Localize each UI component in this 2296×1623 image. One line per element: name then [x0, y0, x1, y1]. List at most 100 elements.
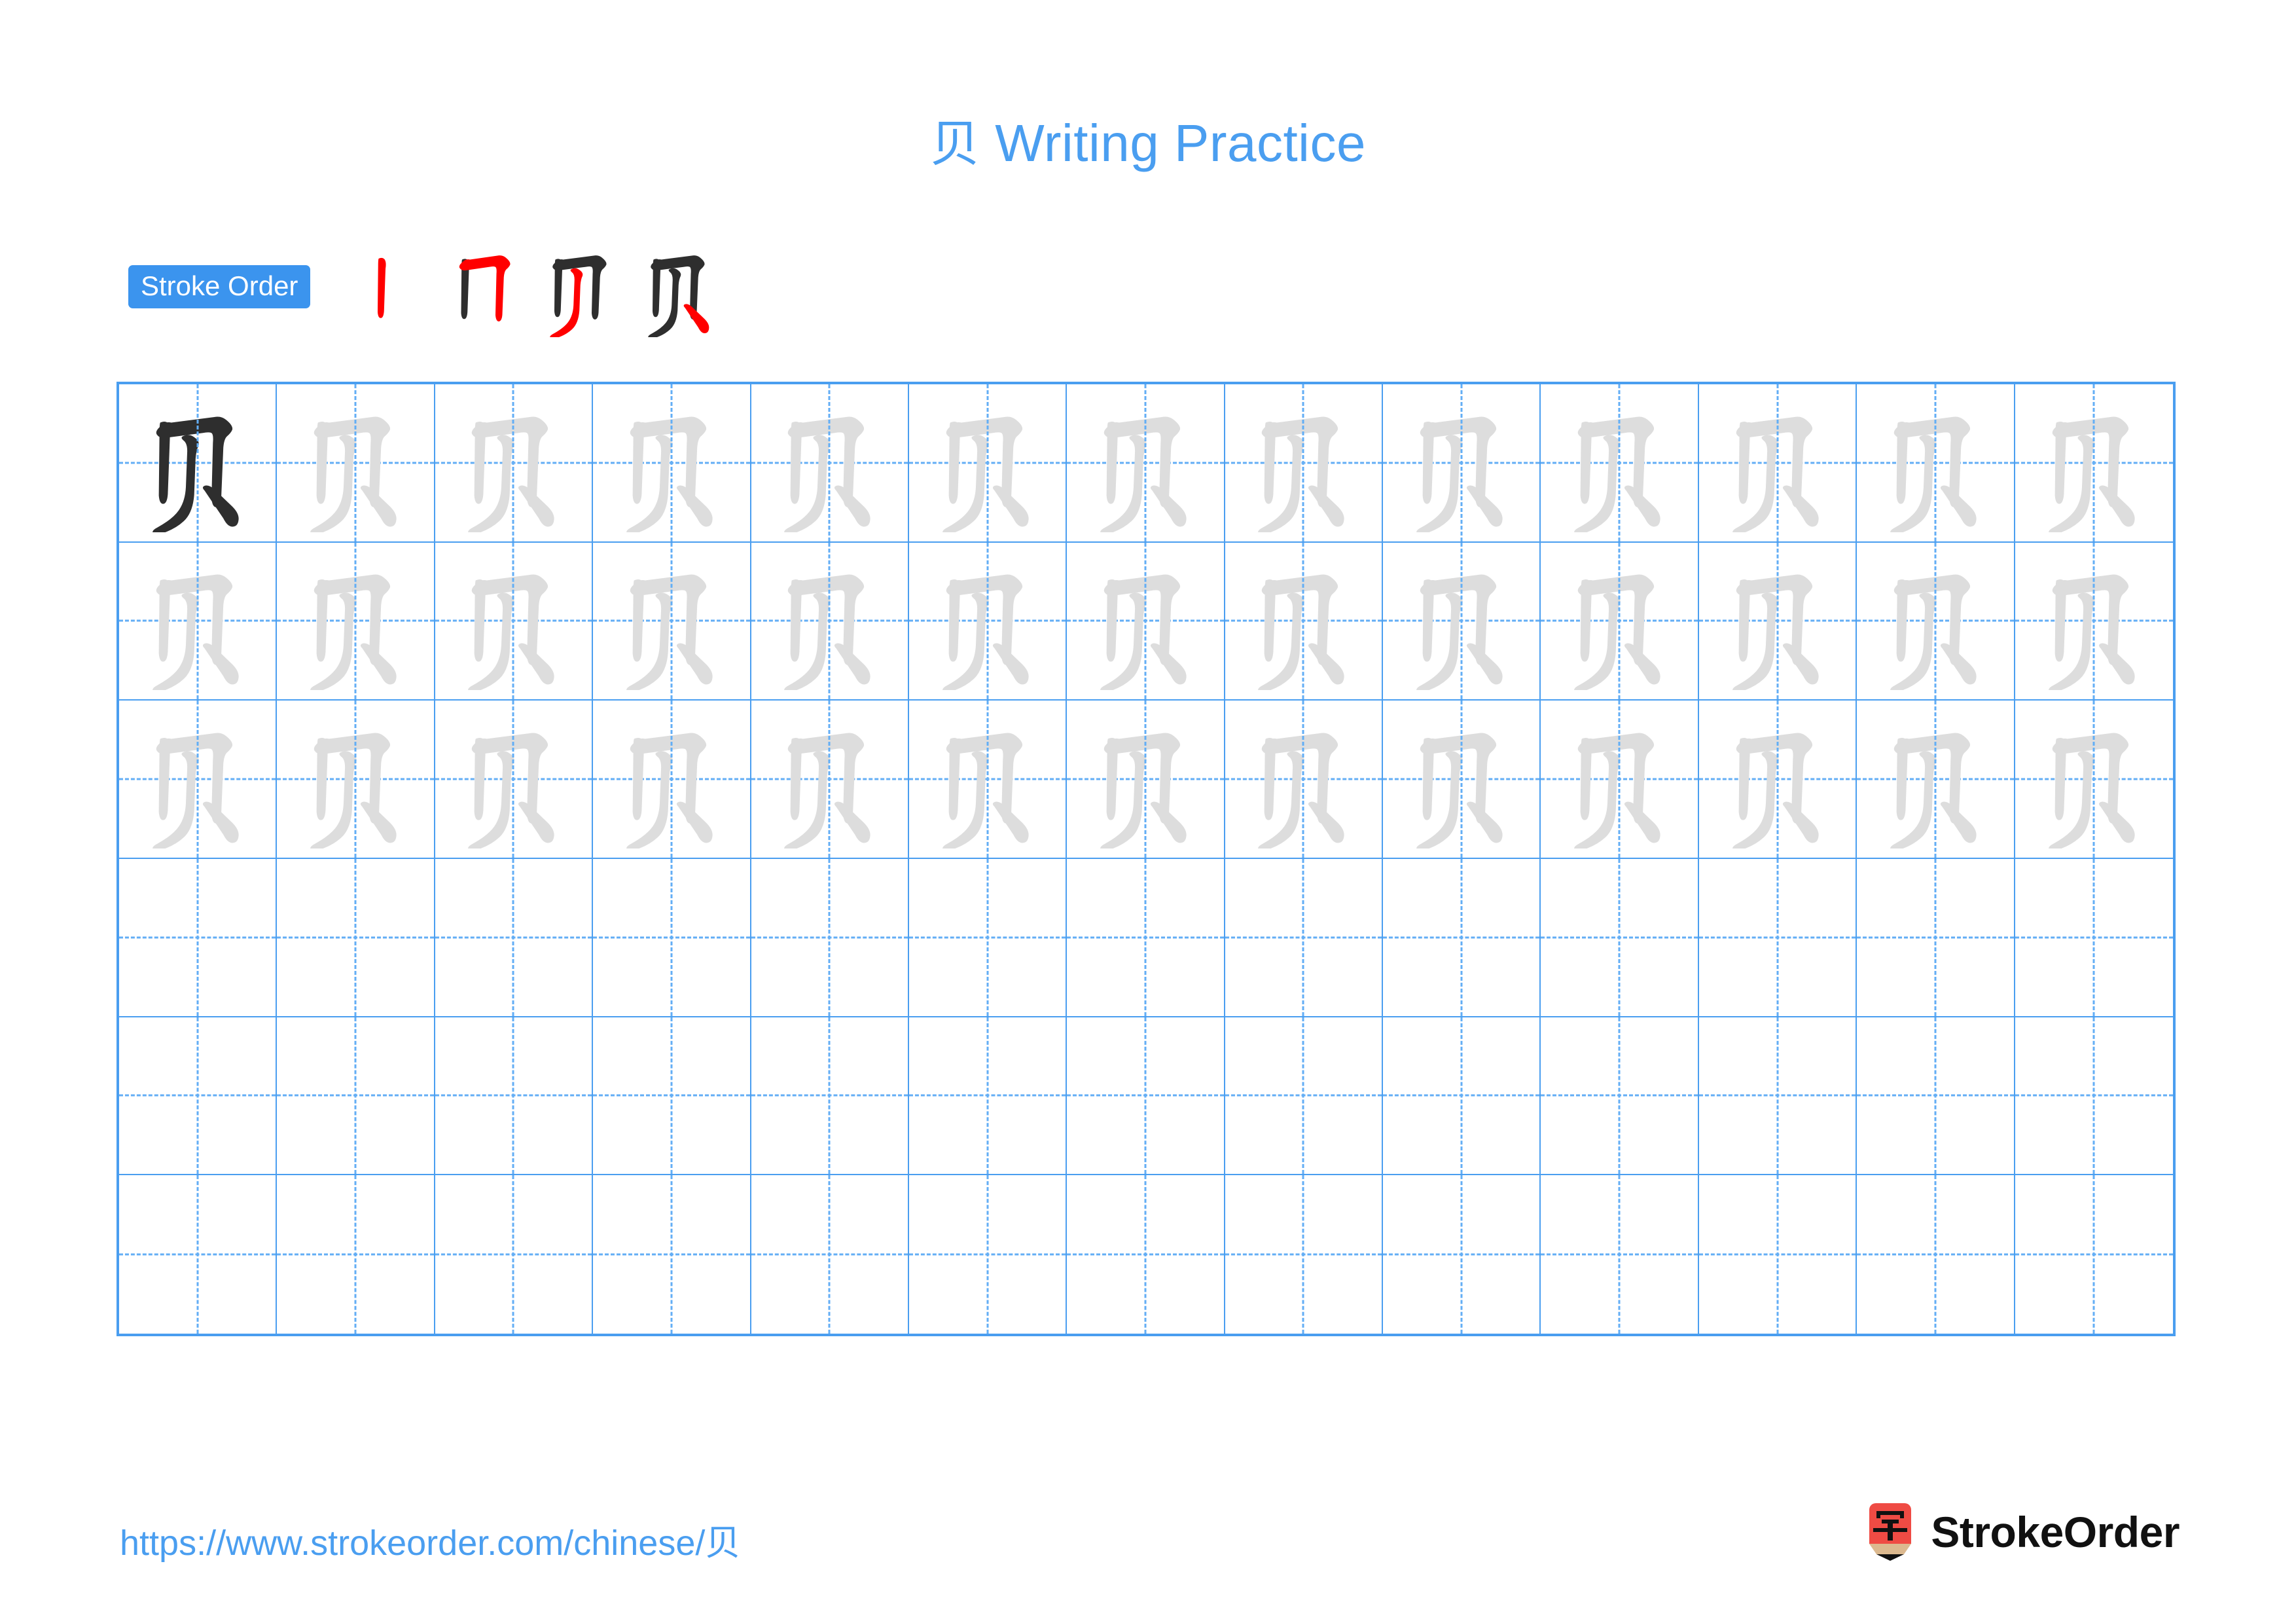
practice-cell[interactable]: [593, 1175, 751, 1334]
practice-cell[interactable]: [908, 384, 1067, 543]
practice-cell[interactable]: [1541, 1017, 1699, 1176]
practice-cell[interactable]: [751, 701, 909, 859]
practice-cell[interactable]: [1067, 542, 1225, 701]
practice-cell[interactable]: [277, 384, 435, 543]
practice-cell[interactable]: [277, 859, 435, 1017]
character-trace: [1258, 574, 1345, 691]
character-trace: [2049, 416, 2135, 532]
practice-cell[interactable]: [277, 1175, 435, 1334]
practice-cell[interactable]: [1225, 701, 1384, 859]
practice-cell[interactable]: [751, 1017, 909, 1176]
practice-cell[interactable]: [1225, 859, 1384, 1017]
practice-cell[interactable]: [908, 701, 1067, 859]
practice-cell[interactable]: [435, 1017, 594, 1176]
practice-cell[interactable]: [1225, 384, 1384, 543]
practice-cell[interactable]: [119, 384, 278, 543]
practice-cell[interactable]: [1541, 859, 1699, 1017]
practice-cell[interactable]: [1699, 1175, 1857, 1334]
character-trace: [942, 733, 1029, 849]
practice-cell[interactable]: [1067, 384, 1225, 543]
practice-cell[interactable]: [277, 1017, 435, 1176]
practice-cell[interactable]: [1225, 1175, 1384, 1334]
stroke-order-section: Stroke Order: [128, 255, 729, 337]
practice-cell[interactable]: [119, 701, 278, 859]
practice-cell[interactable]: [751, 1175, 909, 1334]
practice-cell[interactable]: [119, 542, 278, 701]
practice-grid: [117, 382, 2176, 1336]
practice-cell[interactable]: [908, 1017, 1067, 1176]
practice-cell[interactable]: [593, 701, 751, 859]
character-model: [152, 416, 239, 532]
practice-cell[interactable]: [1541, 701, 1699, 859]
practice-cell[interactable]: [119, 1175, 278, 1334]
practice-cell[interactable]: [1225, 1017, 1384, 1176]
practice-cell[interactable]: [1383, 542, 1541, 701]
practice-cell[interactable]: [1541, 1175, 1699, 1334]
practice-cell[interactable]: [1541, 542, 1699, 701]
practice-cell[interactable]: [1225, 542, 1384, 701]
practice-cell[interactable]: [1857, 1175, 2015, 1334]
practice-cell[interactable]: [1857, 1017, 2015, 1176]
practice-cell[interactable]: [435, 542, 594, 701]
character-trace: [1732, 733, 1819, 849]
practice-cell[interactable]: [908, 859, 1067, 1017]
character-trace: [784, 416, 870, 532]
practice-cell[interactable]: [751, 859, 909, 1017]
practice-cell[interactable]: [1383, 859, 1541, 1017]
practice-cell[interactable]: [1383, 384, 1541, 543]
stroke-step-2: [435, 239, 533, 337]
practice-cell[interactable]: [435, 859, 594, 1017]
practice-cell[interactable]: [593, 542, 751, 701]
practice-cell[interactable]: [277, 701, 435, 859]
practice-cell[interactable]: [2015, 384, 2173, 543]
worksheet-page: 贝 Writing Practice Stroke Order https://…: [0, 0, 2296, 1623]
practice-cell[interactable]: [1383, 701, 1541, 859]
practice-cell[interactable]: [1067, 859, 1225, 1017]
practice-cell[interactable]: [1857, 701, 2015, 859]
practice-cell[interactable]: [435, 1175, 594, 1334]
character-trace: [468, 733, 555, 849]
practice-cell[interactable]: [435, 701, 594, 859]
character-trace: [942, 416, 1029, 532]
practice-cell[interactable]: [1383, 1175, 1541, 1334]
practice-cell[interactable]: [1698, 542, 1857, 701]
practice-cell[interactable]: [119, 1017, 278, 1176]
practice-cell[interactable]: [2015, 543, 2173, 701]
character-trace: [1258, 416, 1345, 532]
practice-cell[interactable]: [435, 384, 594, 543]
stroke-step-4: [631, 239, 729, 337]
practice-cell[interactable]: [593, 384, 751, 543]
practice-cell[interactable]: [1067, 701, 1225, 859]
practice-cell[interactable]: [908, 542, 1067, 701]
practice-cell[interactable]: [1857, 542, 2015, 701]
practice-cell[interactable]: [1857, 859, 2015, 1017]
practice-cell[interactable]: [909, 1175, 1067, 1334]
practice-cell[interactable]: [1698, 384, 1857, 543]
character-trace: [1100, 416, 1187, 532]
practice-cell[interactable]: [1698, 1017, 1857, 1176]
practice-cell[interactable]: [2015, 1175, 2173, 1334]
practice-cell[interactable]: [1541, 384, 1699, 543]
practice-cell[interactable]: [2015, 1017, 2173, 1176]
character-trace: [2049, 574, 2135, 691]
stroke-step-1-icon: [378, 257, 387, 318]
practice-cell[interactable]: [751, 384, 909, 543]
character-trace: [1574, 733, 1660, 849]
practice-cell[interactable]: [2015, 859, 2173, 1017]
practice-cell[interactable]: [1857, 384, 2015, 543]
practice-cell[interactable]: [1067, 1017, 1225, 1176]
practice-cell[interactable]: [593, 1017, 751, 1176]
practice-cell[interactable]: [2015, 701, 2173, 859]
practice-cell[interactable]: [751, 542, 909, 701]
practice-cell[interactable]: [119, 859, 278, 1017]
practice-cell[interactable]: [1067, 1175, 1225, 1334]
practice-cell[interactable]: [593, 859, 751, 1017]
footer-url[interactable]: https://www.strokeorder.com/chinese/贝: [120, 1514, 740, 1565]
brand-logo-group[interactable]: StrokeOrder: [1864, 1501, 2179, 1563]
practice-cell[interactable]: [1698, 701, 1857, 859]
strokeorder-pencil-logo-icon: [1869, 1503, 1912, 1561]
practice-cell[interactable]: [277, 542, 435, 701]
practice-cell[interactable]: [1383, 1017, 1541, 1176]
stroke-step-3-icon: [550, 255, 607, 337]
practice-cell[interactable]: [1698, 859, 1857, 1017]
